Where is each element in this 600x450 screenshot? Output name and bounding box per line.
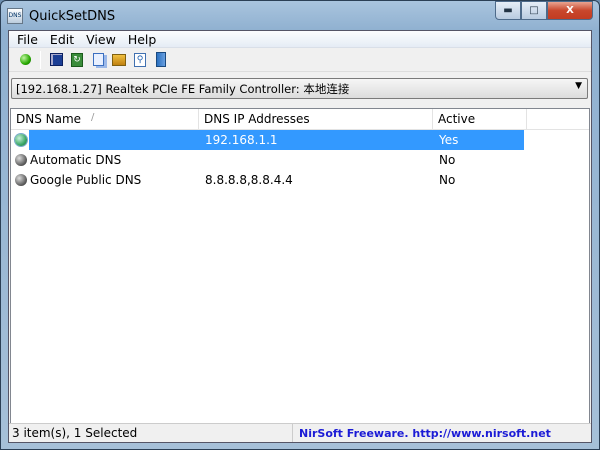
dns-active: Yes — [439, 133, 459, 147]
active-status-icon — [15, 134, 27, 146]
column-header-active[interactable]: Active — [433, 109, 527, 129]
menu-file[interactable]: File — [11, 31, 44, 47]
table-row[interactable]: 192.168.1.1 Yes — [11, 130, 589, 150]
network-adapter-select[interactable]: [192.168.1.27] Realtek PCIe FE Family Co… — [11, 78, 588, 99]
adapter-selected-value: [192.168.1.27] Realtek PCIe FE Family Co… — [16, 82, 350, 96]
close-button[interactable]: X — [547, 1, 593, 20]
list-header: DNS Name / DNS IP Addresses Active — [11, 109, 589, 130]
status-bar: 3 item(s), 1 Selected NirSoft Freeware. … — [9, 423, 591, 442]
status-count: 3 item(s), 1 Selected — [12, 426, 138, 440]
column-header-dns-ip[interactable]: DNS IP Addresses — [199, 109, 433, 129]
column-header-dns-name[interactable]: DNS Name / — [11, 109, 199, 129]
find-icon[interactable]: ⚲ — [132, 52, 148, 68]
minimize-button[interactable]: ▬ — [495, 1, 521, 20]
activate-icon[interactable] — [17, 52, 33, 68]
copy-icon[interactable] — [90, 52, 106, 68]
chevron-down-icon[interactable]: ▼ — [575, 81, 582, 91]
nirsoft-link[interactable]: NirSoft Freeware. http://www.nirsoft.net — [292, 424, 551, 442]
window-title: QuickSetDNS — [29, 8, 116, 24]
menu-view[interactable]: View — [80, 31, 122, 47]
app-icon: DNS — [7, 8, 23, 24]
sort-indicator-icon: / — [91, 112, 95, 123]
refresh-icon[interactable]: ↻ — [69, 52, 85, 68]
menu-help[interactable]: Help — [122, 31, 163, 47]
save-icon[interactable] — [48, 52, 64, 68]
maximize-button[interactable]: □ — [521, 1, 547, 20]
table-row[interactable]: Automatic DNS No — [11, 150, 589, 170]
menu-edit[interactable]: Edit — [44, 31, 80, 47]
toolbar: ↻ ⚲ — [9, 48, 591, 72]
dns-list[interactable]: DNS Name / DNS IP Addresses Active 192.16… — [10, 108, 590, 424]
inactive-status-icon — [15, 174, 27, 186]
table-row[interactable]: Google Public DNS 8.8.8.8,8.8.4.4 No — [11, 170, 589, 190]
dns-active: No — [439, 173, 456, 187]
dns-name: Google Public DNS — [30, 173, 142, 187]
toolbar-separator — [40, 50, 41, 69]
exit-icon[interactable] — [153, 52, 169, 68]
app-window: DNS QuickSetDNS ▬ □ X File Edit View Hel… — [0, 0, 600, 450]
dns-ips: 8.8.8.8,8.8.4.4 — [205, 173, 293, 187]
inactive-status-icon — [15, 154, 27, 166]
title-bar: DNS QuickSetDNS — [7, 4, 115, 28]
dns-name: Automatic DNS — [30, 153, 122, 167]
properties-icon[interactable] — [111, 52, 127, 68]
menu-bar: File Edit View Help — [9, 31, 591, 48]
dns-ips: 192.168.1.1 — [205, 133, 278, 147]
dns-active: No — [439, 153, 456, 167]
